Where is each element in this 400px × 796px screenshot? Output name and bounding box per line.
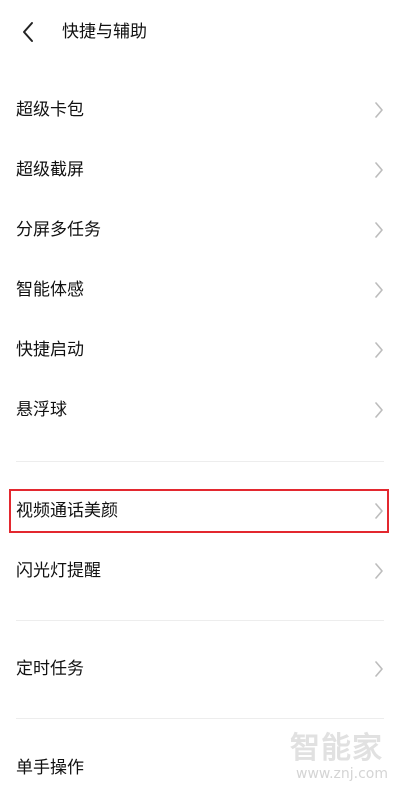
chevron-right-icon xyxy=(374,660,384,678)
chevron-right-icon xyxy=(374,221,384,239)
chevron-right-icon xyxy=(374,161,384,179)
settings-item-super-card-wallet[interactable]: 超级卡包 xyxy=(0,82,400,138)
settings-item-floating-ball[interactable]: 悬浮球 xyxy=(0,382,400,438)
chevron-right-icon xyxy=(374,562,384,580)
chevron-right-icon xyxy=(374,281,384,299)
settings-item-label: 超级截屏 xyxy=(16,160,84,180)
settings-item-label: 悬浮球 xyxy=(16,400,67,420)
settings-item-label: 定时任务 xyxy=(16,659,84,679)
settings-item-label: 闪光灯提醒 xyxy=(16,561,101,581)
chevron-right-icon xyxy=(374,401,384,419)
settings-item-super-screenshot[interactable]: 超级截屏 xyxy=(0,142,400,198)
header-bar: 快捷与辅助 xyxy=(0,0,400,64)
settings-item-split-screen-multitask[interactable]: 分屏多任务 xyxy=(0,202,400,258)
settings-item-smart-motion[interactable]: 智能体感 xyxy=(0,262,400,318)
chevron-right-icon xyxy=(374,341,384,359)
settings-item-flash-notification[interactable]: 闪光灯提醒 xyxy=(0,543,400,599)
settings-item-label: 分屏多任务 xyxy=(16,220,101,240)
settings-item-quick-launch[interactable]: 快捷启动 xyxy=(0,322,400,378)
settings-item-label: 单手操作 xyxy=(16,758,84,778)
settings-item-label: 智能体感 xyxy=(16,280,84,300)
settings-item-label: 视频通话美颜 xyxy=(16,501,118,521)
section-divider xyxy=(16,620,384,621)
chevron-right-icon xyxy=(374,502,384,520)
section-divider xyxy=(16,461,384,462)
settings-item-label: 超级卡包 xyxy=(16,100,84,120)
section-divider xyxy=(16,718,384,719)
settings-item-label: 快捷启动 xyxy=(16,340,84,360)
page-title: 快捷与辅助 xyxy=(62,22,147,42)
back-button[interactable] xyxy=(10,14,46,50)
chevron-right-icon xyxy=(374,101,384,119)
settings-item-scheduled-tasks[interactable]: 定时任务 xyxy=(0,641,400,697)
settings-item-one-hand-mode[interactable]: 单手操作 xyxy=(0,740,400,796)
chevron-left-icon xyxy=(23,22,33,42)
settings-item-video-call-beauty[interactable]: 视频通话美颜 xyxy=(0,483,400,539)
